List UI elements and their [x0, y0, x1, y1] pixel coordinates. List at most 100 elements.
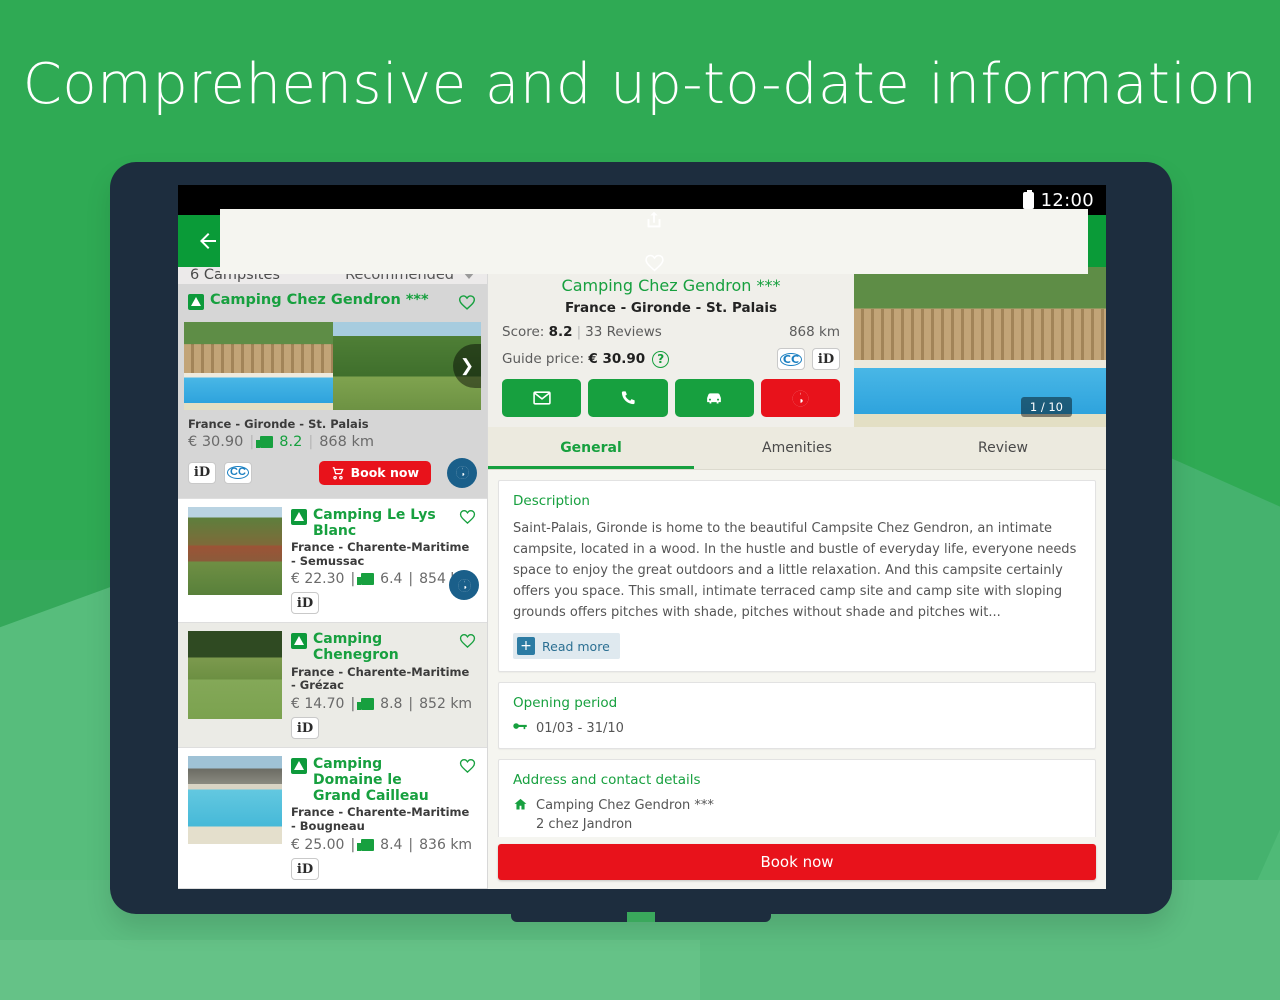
detail-panel: Camping Chez Gendron *** France - Girond…: [488, 267, 1106, 889]
detail-score-row: Score: 8.2 | 33 Reviews 868 km: [502, 324, 840, 340]
reviews-count: 33 Reviews: [585, 324, 662, 340]
stat-separator: |: [408, 696, 414, 713]
share-icon[interactable]: [643, 209, 665, 231]
list-item-price: € 25.00: [291, 837, 345, 853]
detail-tabs: General Amenities Review: [488, 427, 1106, 470]
globe-icon[interactable]: [447, 457, 477, 488]
cc-badge-icon: CC: [777, 348, 805, 370]
cart-icon: [332, 466, 344, 480]
list-item-location: France - Gironde - St. Palais: [188, 416, 369, 431]
description-text: Saint-Palais, Gironde is home to the bea…: [513, 521, 1077, 621]
email-button[interactable]: [502, 379, 582, 417]
list-item[interactable]: Camping Chenegron France - Charente-Mari…: [178, 623, 487, 749]
main-content: 6 Campsites Recommended Camping Chez Gen…: [178, 267, 1106, 889]
detail-price-row: Guide price: € 30.90 ? CC iD: [502, 348, 840, 370]
book-now-label: Book now: [350, 465, 419, 481]
list-item-title: Camping Chez Gendron ***: [210, 291, 429, 308]
list-item-stats: € 25.00 | 8.4 | 836 km: [291, 837, 477, 853]
campsite-list-panel: 6 Campsites Recommended Camping Chez Gen…: [178, 267, 488, 889]
list-item-stats: € 14.70 | 8.8 | 852 km: [291, 696, 477, 712]
list-item[interactable]: Camping Domaine le Grand Cailleau France…: [178, 748, 487, 889]
heart-outline-icon[interactable]: [458, 756, 477, 779]
id-badge-icon: iD: [291, 717, 319, 740]
tent-badge-icon: [291, 508, 307, 525]
address-street: 2 chez Jandron: [536, 817, 633, 833]
tent-badge-icon: [291, 758, 307, 775]
thumbs-up-icon: [357, 839, 375, 851]
tab-general[interactable]: General: [488, 427, 694, 469]
list-item-selected[interactable]: Camping Chez Gendron *** ❯ France - Giro…: [178, 283, 487, 499]
list-item-thumbnail: [188, 631, 282, 720]
globe-icon: [792, 390, 809, 406]
read-more-button[interactable]: + Read more: [513, 633, 620, 660]
opening-period-heading: Opening period: [513, 695, 618, 712]
list-item-location: France - Charente-Maritime - Grézac: [291, 664, 470, 693]
detail-title: Camping Chez Gendron ***: [561, 276, 781, 295]
list-item-badge-row: iD: [291, 592, 477, 615]
id-badge-icon: iD: [291, 858, 319, 880]
heart-outline-icon[interactable]: [457, 292, 477, 316]
heart-outline-icon[interactable]: [458, 631, 477, 654]
id-badge-icon: iD: [291, 592, 319, 615]
detail-header: Camping Chez Gendron *** France - Girond…: [488, 267, 1106, 427]
list-item-thumbnail: [188, 756, 282, 845]
key-icon: [513, 720, 528, 736]
list-item-distance: 852 km: [419, 696, 473, 713]
photo-thumbnail: [184, 321, 333, 410]
list-item-distance: 868 km: [319, 433, 375, 450]
id-badge-icon: iD: [188, 461, 216, 484]
list-item-badge-row: iD: [291, 858, 477, 880]
plus-icon: +: [517, 637, 535, 656]
opening-period-card: Opening period 01/03 - 31/10: [498, 682, 1096, 750]
detail-distance: 868 km: [788, 324, 840, 340]
phone-icon: [622, 390, 635, 404]
device-screen: 12:00 Camping Chez Gendron ***: [178, 185, 1106, 889]
stat-separator: |: [249, 433, 255, 450]
id-badge-icon: iD: [812, 348, 840, 370]
list-item-score: 8.2: [279, 433, 303, 450]
book-now-button-small[interactable]: Book now: [318, 460, 431, 485]
list-item[interactable]: Camping Le Lys Blanc France - Charente-M…: [178, 498, 487, 624]
detail-photo-gallery[interactable]: 1 / 10: [854, 267, 1106, 427]
list-item-price: € 30.90: [188, 433, 244, 450]
tab-amenities[interactable]: Amenities: [694, 427, 900, 469]
stat-separator: |: [350, 571, 356, 588]
thumbs-up-icon: [357, 698, 375, 711]
back-arrow-icon[interactable]: [196, 229, 220, 253]
phone-button[interactable]: [588, 379, 668, 417]
detail-action-buttons: [502, 379, 840, 417]
stat-separator: |: [408, 571, 414, 588]
list-item-title: Camping Chenegron: [313, 631, 399, 664]
address-name: Camping Chez Gendron ***: [536, 798, 714, 814]
battery-icon: [1022, 189, 1034, 209]
list-item-photo-carousel[interactable]: ❯: [184, 321, 481, 410]
favorite-heart-icon[interactable]: [643, 251, 666, 274]
website-button[interactable]: [760, 379, 840, 417]
heart-outline-icon[interactable]: [458, 507, 477, 530]
list-item-badge-row: iD: [291, 717, 477, 740]
list-item-score: 8.8: [380, 696, 403, 713]
score-value: 8.2: [548, 324, 573, 340]
envelope-icon: [532, 391, 551, 405]
divider: |: [576, 324, 582, 340]
gallery-counter: 1 / 10: [1020, 397, 1072, 417]
list-item-badge-row: iD CC Book now: [178, 454, 487, 498]
book-now-button[interactable]: Book now: [498, 844, 1096, 880]
read-more-label: Read more: [542, 638, 610, 654]
route-button[interactable]: [674, 379, 754, 417]
address-heading: Address and contact details: [513, 772, 701, 789]
tablet-bottom-notch: [511, 912, 771, 922]
list-item-score: 8.4: [380, 837, 403, 853]
tent-badge-icon: [188, 293, 204, 310]
tab-review[interactable]: Review: [900, 427, 1106, 469]
question-mark-icon[interactable]: ?: [652, 350, 670, 368]
list-item-distance: 836 km: [419, 837, 473, 853]
list-item-price: € 14.70: [291, 696, 345, 713]
list-item-stats: € 30.90 | 8.2 | 868 km: [178, 433, 487, 454]
status-bar-time: 12:00: [1040, 189, 1094, 211]
thumbs-up-icon: [357, 573, 375, 586]
opening-period-value: 01/03 - 31/10: [536, 720, 624, 736]
stat-separator: |: [350, 696, 356, 713]
list-item-thumbnail: [188, 506, 282, 595]
tablet-device-frame: 12:00 Camping Chez Gendron ***: [110, 162, 1172, 922]
